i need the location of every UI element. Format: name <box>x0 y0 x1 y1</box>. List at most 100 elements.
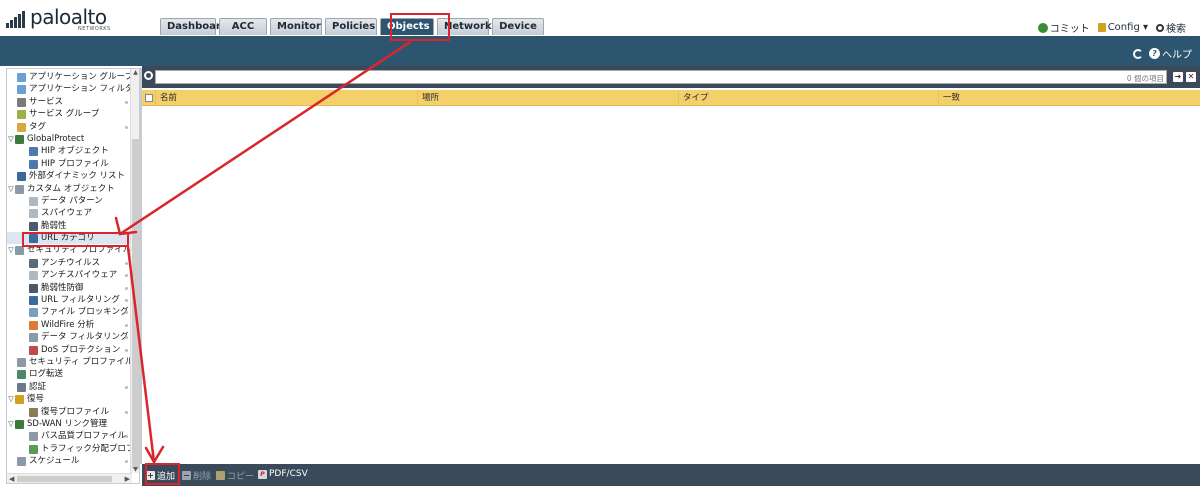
shared-dot-icon <box>125 299 128 303</box>
tree-item[interactable]: HIP プロファイル <box>7 158 131 170</box>
copy-button[interactable]: コピー <box>216 469 254 482</box>
tree-item[interactable]: ▽ SD-WAN リンク管理 <box>7 418 131 430</box>
tree-item[interactable]: サービス グループ <box>7 108 131 120</box>
top-right-actions: コミット Config ▾ 検索 <box>1037 20 1186 35</box>
col-name[interactable]: 名前 <box>156 90 418 106</box>
tree-node-icon <box>17 172 26 182</box>
tab-policies[interactable]: Policies <box>325 18 377 35</box>
commit-button[interactable]: コミット <box>1037 20 1090 35</box>
pdf-csv-button[interactable]: P PDF/CSV <box>258 469 308 479</box>
tree-item[interactable]: データ パターン <box>7 195 131 207</box>
tree-item[interactable]: アンチウイルス <box>7 257 131 269</box>
tree-item-label: サービス <box>29 96 64 107</box>
tree-item[interactable]: 認証 <box>7 381 131 393</box>
tree-item[interactable]: ▽ 復号 <box>7 393 131 405</box>
col-type[interactable]: タイプ <box>679 90 939 106</box>
delete-label: 削除 <box>193 472 212 482</box>
table-header: 名前 場所 タイプ 一致 <box>142 90 1200 106</box>
main-tabs: Dashboard ACC Monitor Policies Objects Networ… <box>160 18 547 36</box>
minus-icon: − <box>182 471 191 480</box>
filter-bar: 0 個の項目 ➔ ✕ <box>142 66 1200 88</box>
scroll-left-icon[interactable]: ◀ <box>9 474 14 483</box>
expand-caret-icon[interactable]: ▽ <box>7 133 15 145</box>
tree-item-label: 復号 <box>27 394 45 405</box>
expand-caret-icon[interactable]: ▽ <box>7 183 15 195</box>
shared-dot-icon <box>125 410 128 414</box>
help-label: ヘルプ <box>1162 50 1192 61</box>
sidebar-horizontal-scrollbar[interactable]: ◀ ▶ <box>7 473 132 483</box>
tree-item-label: アンチウイルス <box>41 257 101 268</box>
tree-item-label: ログ転送 <box>29 369 64 380</box>
tree-item[interactable]: データ フィルタリング <box>7 331 131 343</box>
scroll-up-icon[interactable]: ▲ <box>131 69 139 76</box>
tab-dashboard[interactable]: Dashboard <box>160 18 228 35</box>
tree-item[interactable]: トラフィック分配プロファイル <box>7 443 131 455</box>
tree-item[interactable]: セキュリティ プロファイル グループ <box>7 356 131 368</box>
tree-item-label: 外部ダイナミック リスト <box>29 171 126 182</box>
tree-item[interactable]: アプリケーション フィルタ <box>7 83 131 95</box>
tree-item[interactable]: サービス <box>7 96 131 108</box>
tree-node-icon <box>29 271 38 281</box>
tree-item[interactable]: ▽ GlobalProtect <box>7 133 131 145</box>
expand-caret-icon[interactable]: ▽ <box>7 418 15 430</box>
tree-item-label: SD-WAN リンク管理 <box>27 418 107 429</box>
sidebar-vertical-scrollbar[interactable]: ▲ ▼ <box>130 69 139 473</box>
apply-filter-button[interactable]: ➔ <box>1173 72 1183 82</box>
select-all-checkbox[interactable] <box>142 90 156 106</box>
tree-node-icon <box>29 320 38 330</box>
tab-monitor[interactable]: Monitor <box>270 18 322 35</box>
shared-dot-icon <box>125 385 128 389</box>
tree-item[interactable]: アプリケーション グループ <box>7 71 131 83</box>
tree-item-label: URL フィルタリング <box>41 295 120 306</box>
filter-input[interactable] <box>155 70 1167 84</box>
tree-item[interactable]: ファイル ブロッキング <box>7 306 131 318</box>
tree-item[interactable]: 復号プロファイル <box>7 406 131 418</box>
delete-button[interactable]: − 削除 <box>182 469 211 482</box>
scroll-down-icon[interactable]: ▼ <box>131 466 139 473</box>
help-button[interactable]: ? ヘルプ <box>1149 46 1192 61</box>
tree-item[interactable]: アンチスパイウェア <box>7 269 131 281</box>
search-button[interactable]: 検索 <box>1156 20 1186 35</box>
tree-item-label: 脆弱性防御 <box>41 282 84 293</box>
tree-node-icon <box>29 147 38 157</box>
tree-item[interactable]: パス品質プロファイル <box>7 430 131 442</box>
tree-node-icon <box>17 122 26 132</box>
tree-item[interactable]: HIP オブジェクト <box>7 145 131 157</box>
tree-node-icon <box>17 85 26 95</box>
shared-dot-icon <box>125 100 128 104</box>
logo-sub: NETWORKS <box>78 26 111 32</box>
scroll-right-icon[interactable]: ▶ <box>125 474 130 483</box>
hscrollbar-thumb[interactable] <box>17 476 112 482</box>
tree-item[interactable]: URL フィルタリング <box>7 294 131 306</box>
tree-item[interactable]: タグ <box>7 121 131 133</box>
tab-device[interactable]: Device <box>492 18 544 35</box>
col-match[interactable]: 一致 <box>939 90 1200 106</box>
tree-node-icon <box>17 357 26 367</box>
tree-item[interactable]: 脆弱性 <box>7 220 131 232</box>
tree-item[interactable]: スケジュール <box>7 455 131 467</box>
config-button[interactable]: Config ▾ <box>1097 20 1148 35</box>
tree-item-label: カスタム オブジェクト <box>27 183 115 194</box>
tree-node-icon <box>29 221 38 231</box>
tree-item[interactable]: ▽ カスタム オブジェクト <box>7 183 131 195</box>
expand-caret-icon[interactable]: ▽ <box>7 393 15 405</box>
tree-item-label: パス品質プロファイル <box>41 431 127 442</box>
tree-node-icon <box>17 382 26 392</box>
tree-item[interactable]: DoS プロテクション <box>7 344 131 356</box>
refresh-icon[interactable] <box>1133 48 1143 59</box>
clear-filter-button[interactable]: ✕ <box>1186 72 1196 82</box>
objects-tree: アプリケーション グループ アプリケーション フィルタ サービス サービス グループタ… <box>7 71 131 468</box>
scrollbar-thumb[interactable] <box>132 139 139 469</box>
tree-item[interactable]: ログ転送 <box>7 368 131 380</box>
tree-item[interactable]: スパイウェア <box>7 207 131 219</box>
col-location[interactable]: 場所 <box>418 90 679 106</box>
tree-node-icon <box>29 209 38 219</box>
tree-item-label: アンチスパイウェア <box>41 270 118 281</box>
tree-item[interactable]: 外部ダイナミック リスト <box>7 170 131 182</box>
tree-node-icon <box>17 457 26 467</box>
tree-item[interactable]: 脆弱性防御 <box>7 282 131 294</box>
tree-item[interactable]: WildFire 分析 <box>7 319 131 331</box>
tree-node-icon <box>17 110 26 120</box>
tab-acc[interactable]: ACC <box>219 18 267 35</box>
expand-caret-icon[interactable]: ▽ <box>7 244 15 256</box>
